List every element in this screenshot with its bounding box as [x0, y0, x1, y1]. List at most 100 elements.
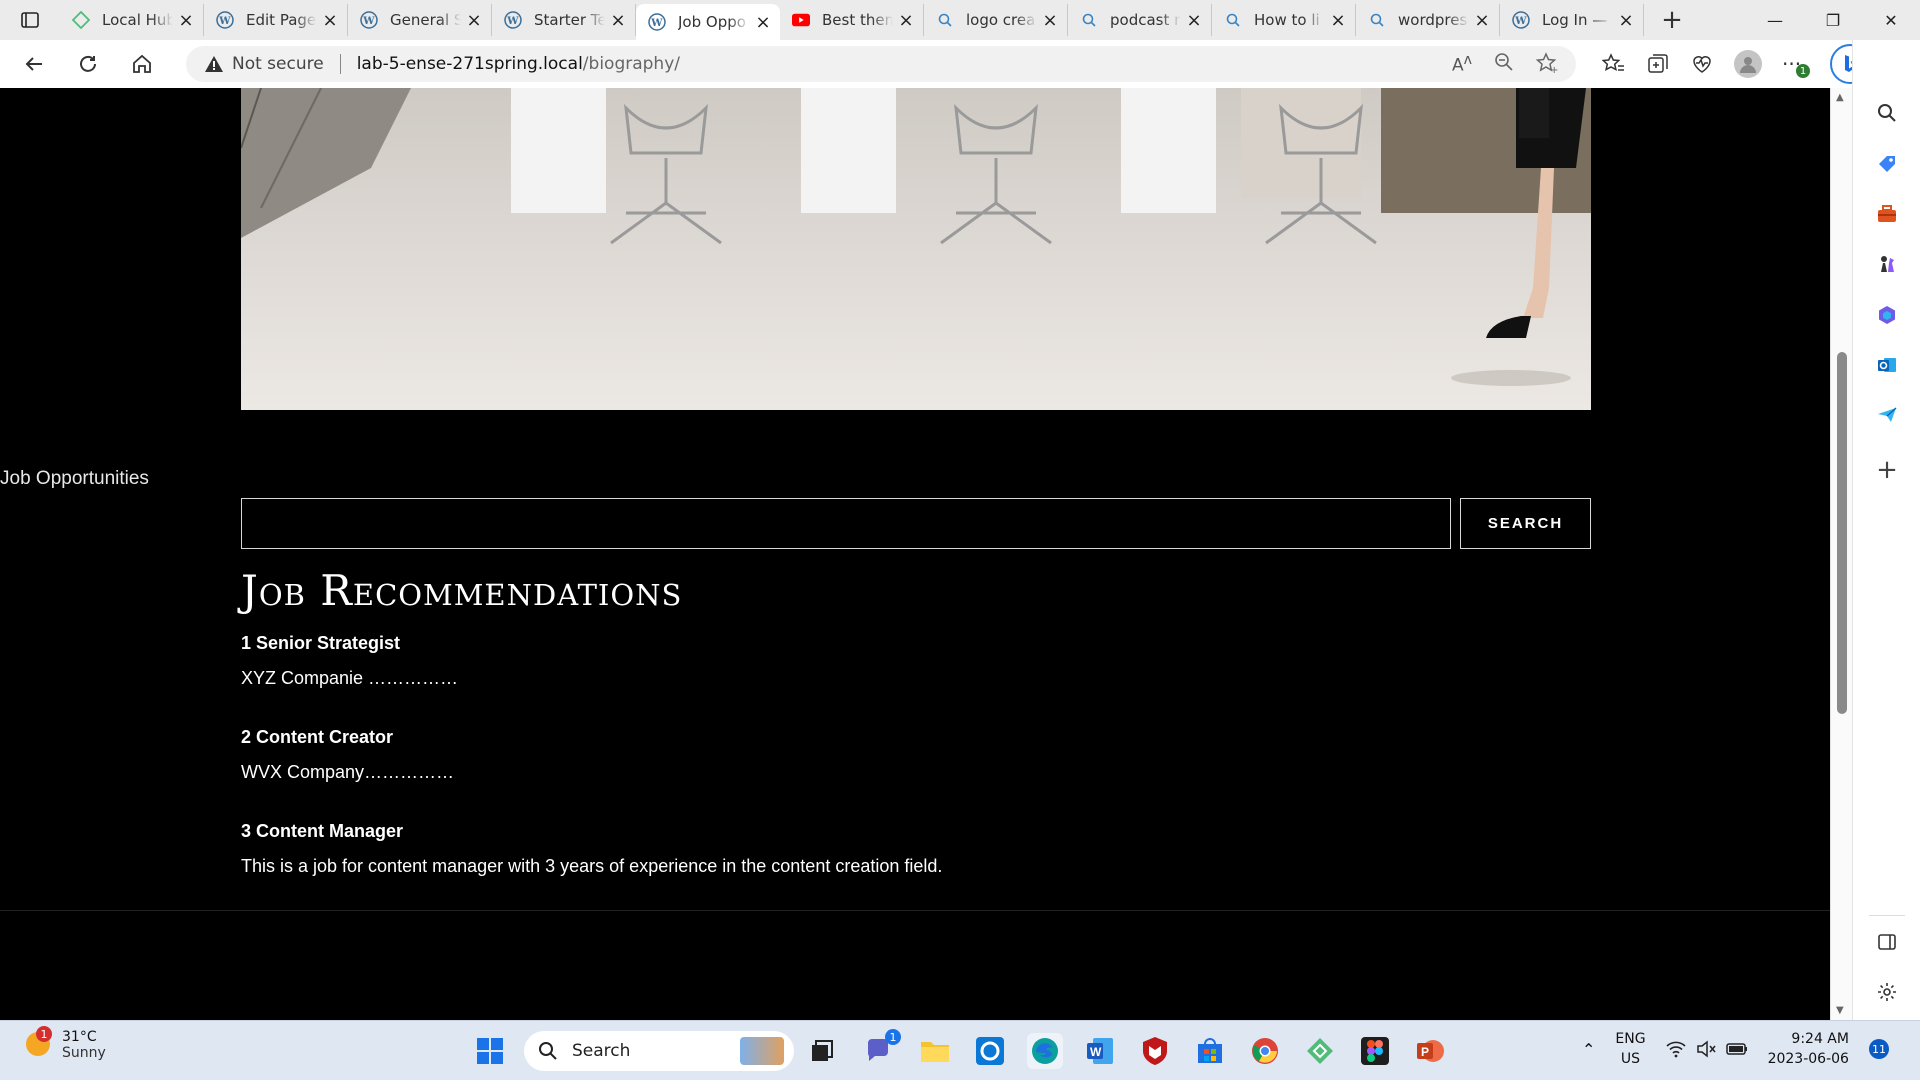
search-icon [1878, 104, 1896, 122]
sidebar-games-button[interactable] [1870, 247, 1904, 281]
tab[interactable]: wordpres × [1356, 4, 1500, 36]
svg-text:W: W [218, 16, 231, 27]
search-input[interactable] [241, 498, 1451, 549]
home-button[interactable] [122, 44, 162, 84]
close-tab-icon[interactable]: × [465, 10, 483, 31]
wordpress-icon: W [1512, 11, 1530, 29]
clock-date: 2023-06-06 [1767, 1051, 1849, 1067]
close-window-button[interactable]: ✕ [1862, 0, 1920, 40]
figma-button[interactable] [1357, 1033, 1393, 1069]
localwp-button[interactable] [1302, 1033, 1338, 1069]
svg-text:W: W [362, 16, 375, 27]
profile-avatar[interactable] [1734, 50, 1762, 78]
page-scrollbar[interactable]: ▲ ▼ [1830, 88, 1852, 1020]
tab-title: Log In — [1542, 11, 1608, 29]
zoom-out-icon[interactable] [1494, 52, 1514, 72]
teams-chat-button[interactable]: 1 [861, 1029, 901, 1069]
back-button[interactable] [14, 44, 54, 84]
minimize-button[interactable]: — [1746, 0, 1804, 40]
tab-active[interactable]: W Job Oppo × [636, 4, 780, 40]
sidebar-drop-button[interactable] [1870, 398, 1904, 432]
tab[interactable]: W Log In — × [1500, 4, 1644, 36]
cortana-button[interactable] [972, 1033, 1008, 1069]
close-tab-icon[interactable]: × [321, 10, 339, 31]
wordpress-icon: W [648, 13, 666, 31]
chrome-button[interactable] [1247, 1033, 1283, 1069]
sidebar-settings-button[interactable] [1870, 975, 1904, 1009]
refresh-button[interactable] [68, 44, 108, 84]
tab-actions-button[interactable] [0, 0, 60, 40]
close-tab-icon[interactable]: × [1473, 10, 1491, 31]
search-label: Search [572, 1041, 631, 1061]
temperature: 31°C [62, 1029, 97, 1045]
task-view-button[interactable] [804, 1033, 840, 1069]
close-tab-icon[interactable]: × [754, 12, 772, 33]
office-photo [241, 88, 1591, 410]
tab-title: podcast n [1110, 11, 1181, 29]
language-label: ENG [1615, 1031, 1646, 1047]
tab[interactable]: W Starter Te × [492, 4, 636, 36]
close-tab-icon[interactable]: × [897, 10, 915, 31]
tab[interactable]: Best them × [780, 4, 924, 36]
close-tab-icon[interactable]: × [1041, 10, 1059, 31]
sidebar-microsoft365-button[interactable] [1870, 298, 1904, 332]
sidebar-tools-button[interactable] [1870, 197, 1904, 231]
file-explorer-button[interactable] [917, 1033, 953, 1069]
tab-title: Edit Page [246, 11, 317, 29]
restore-button[interactable]: ❐ [1804, 0, 1862, 40]
scroll-up-arrow[interactable]: ▲ [1836, 92, 1844, 103]
address-bar[interactable]: Not secure lab-5-ense-271spring.local/bi… [186, 46, 1576, 82]
favorites-icon[interactable] [1602, 52, 1626, 76]
store-icon [1198, 1038, 1222, 1063]
notification-badge[interactable]: 11 [1868, 1039, 1889, 1059]
chess-piece-icon [1881, 256, 1894, 272]
tab[interactable]: podcast n × [1068, 4, 1212, 36]
browser-essentials-icon[interactable] [1690, 52, 1714, 76]
search-icon [539, 1042, 557, 1060]
tab[interactable]: Local Hub × [60, 4, 204, 36]
mcafee-button[interactable] [1137, 1033, 1173, 1069]
powerpoint-button[interactable]: P [1412, 1033, 1448, 1069]
tab[interactable]: W General S × [348, 4, 492, 36]
battery-charging-icon [1725, 1043, 1747, 1055]
shopping-tag-icon [1879, 156, 1895, 172]
wordpress-icon: W [360, 11, 378, 29]
sidebar-search-button[interactable] [1870, 96, 1904, 130]
word-button[interactable]: W [1082, 1033, 1118, 1069]
close-tab-icon[interactable]: × [609, 10, 627, 31]
language-indicator[interactable]: ENG US [1615, 1029, 1645, 1069]
close-tab-icon[interactable]: × [177, 10, 195, 31]
quick-settings[interactable] [1666, 1040, 1748, 1058]
edge-taskbar-button[interactable] [1027, 1033, 1063, 1069]
svg-text:W: W [650, 18, 663, 29]
close-tab-icon[interactable]: × [1617, 10, 1635, 31]
start-button[interactable] [472, 1033, 508, 1069]
weather-widget[interactable]: 1 31°C Sunny [26, 1026, 106, 1061]
read-aloud-icon[interactable]: Aᴧ [1452, 52, 1472, 76]
search-button[interactable]: SEARCH [1460, 498, 1591, 549]
sidebar-add-button[interactable]: + [1870, 453, 1904, 487]
new-tab-button[interactable]: + [1652, 0, 1692, 40]
close-tab-icon[interactable]: × [1329, 10, 1347, 31]
sidebar-shopping-button[interactable] [1870, 147, 1904, 181]
job-listing: 1 Senior Strategist XYZ Companie …………… [241, 633, 458, 689]
scroll-down-arrow[interactable]: ▼ [1836, 1005, 1844, 1016]
collections-icon[interactable] [1646, 52, 1670, 76]
split-screen-icon [1878, 934, 1896, 950]
clock[interactable]: 9:24 AM 2023-06-06 [1768, 1029, 1849, 1069]
tab[interactable]: How to li × [1212, 4, 1356, 36]
taskbar-search[interactable]: Search [524, 1031, 794, 1071]
close-tab-icon[interactable]: × [1185, 10, 1203, 31]
more-menu-button[interactable]: ··· 1 [1782, 52, 1810, 78]
sidebar-outlook-button[interactable] [1870, 348, 1904, 382]
scrollbar-thumb[interactable] [1837, 352, 1847, 714]
add-favorite-icon[interactable]: + [1536, 52, 1558, 74]
store-button[interactable] [1192, 1033, 1228, 1069]
edge-icon [1032, 1038, 1058, 1064]
microsoft365-icon [1879, 306, 1895, 324]
tab[interactable]: W Edit Page × [204, 4, 348, 36]
sidebar-split-button[interactable] [1870, 925, 1904, 959]
localwp-icon [1307, 1038, 1333, 1064]
chevron-up-icon[interactable]: ⌃ [1582, 1040, 1595, 1059]
tab[interactable]: logo crea × [924, 4, 1068, 36]
